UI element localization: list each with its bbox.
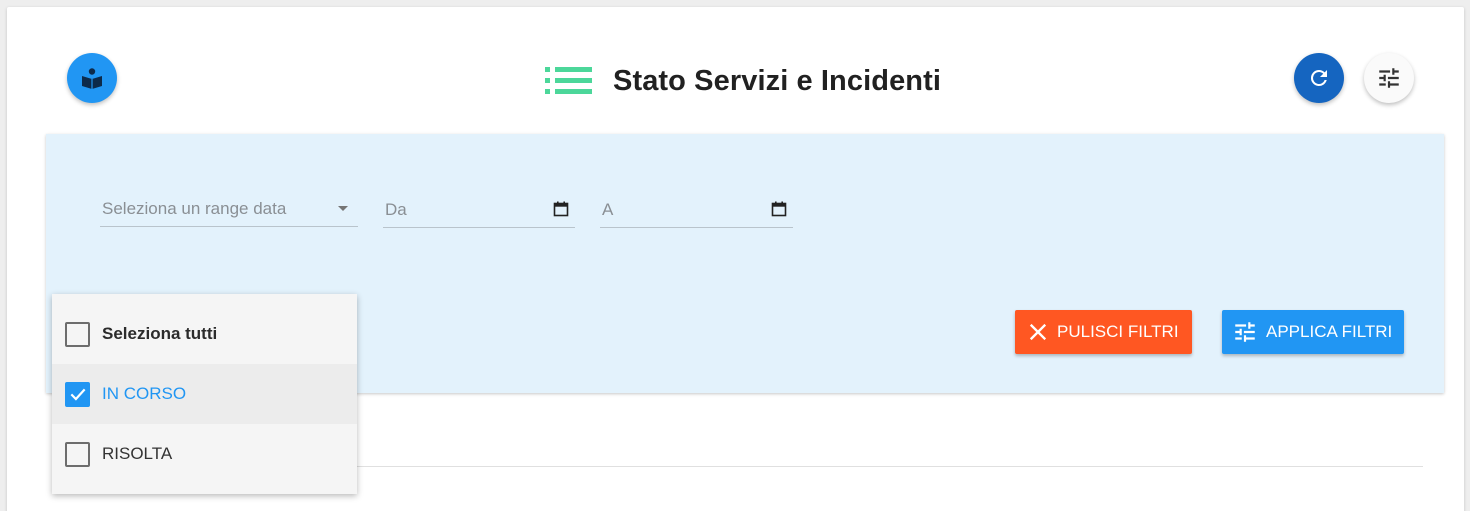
date-to-input[interactable]: A	[600, 192, 793, 228]
book-reader-icon	[80, 66, 104, 90]
status-dropdown-menu: Seleziona tutti IN CORSO RISOLTA	[52, 294, 357, 494]
list-icon	[545, 66, 593, 96]
check-icon	[70, 388, 85, 401]
apply-filters-label: APPLICA FILTRI	[1266, 322, 1393, 341]
refresh-icon	[1307, 66, 1331, 90]
option-label: IN CORSO	[102, 384, 187, 403]
clear-filters-button[interactable]: PULISCI FILTRI	[1015, 310, 1192, 354]
option-risolta[interactable]: RISOLTA	[52, 424, 357, 484]
date-from-label: Da	[385, 199, 407, 219]
date-from-input[interactable]: Da	[383, 192, 575, 228]
checkbox[interactable]	[65, 441, 90, 467]
filter-settings-button[interactable]	[1364, 53, 1414, 103]
checkbox[interactable]	[65, 321, 90, 347]
tune-icon	[1235, 322, 1255, 342]
caret-down-icon	[338, 206, 348, 211]
option-in-corso[interactable]: IN CORSO	[52, 364, 357, 424]
date-range-placeholder: Seleziona un range data	[102, 198, 287, 218]
page-title: Stato Servizi e Incidenti	[613, 64, 942, 97]
calendar-icon[interactable]	[553, 201, 569, 222]
clear-filters-label: PULISCI FILTRI	[1057, 322, 1179, 341]
option-select-all[interactable]: Seleziona tutti	[52, 304, 357, 364]
close-icon	[1029, 323, 1047, 341]
option-label: Seleziona tutti	[102, 324, 218, 343]
date-range-select[interactable]: Seleziona un range data	[100, 191, 358, 227]
date-to-label: A	[602, 199, 614, 219]
checkbox[interactable]	[65, 381, 90, 407]
option-label: RISOLTA	[102, 444, 173, 463]
apply-filters-button[interactable]: APPLICA FILTRI	[1222, 310, 1404, 354]
refresh-button[interactable]	[1294, 53, 1344, 103]
tune-icon	[1376, 65, 1402, 91]
help-button[interactable]	[67, 53, 117, 103]
calendar-icon[interactable]	[771, 201, 787, 222]
page-header: Stato Servizi e Incidenti	[545, 58, 941, 104]
divider	[357, 466, 1423, 467]
